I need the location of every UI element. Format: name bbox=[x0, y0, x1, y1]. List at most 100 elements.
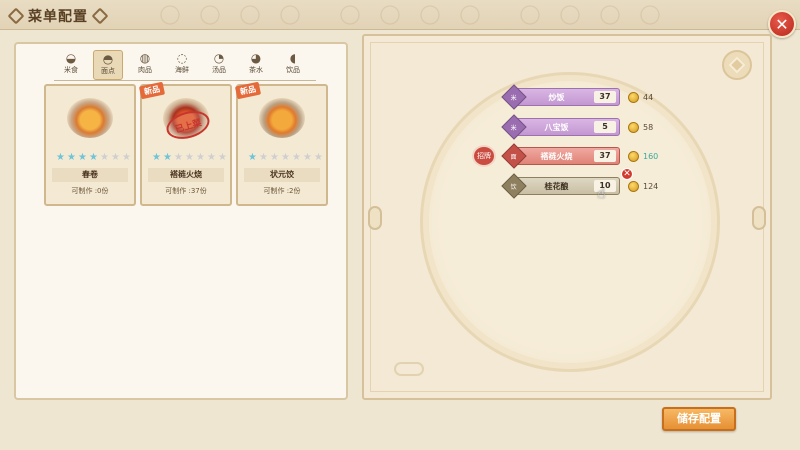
star-icon: ★ bbox=[207, 152, 216, 163]
star-icon: ★ bbox=[303, 152, 312, 163]
tab-divider bbox=[54, 80, 316, 81]
save-config-button[interactable]: 储存配置 bbox=[662, 407, 736, 431]
shrimp-icon: ◌ bbox=[176, 51, 188, 65]
cloud-ornament-icon bbox=[394, 362, 424, 376]
meat-icon: ◍ bbox=[139, 51, 151, 65]
category-tabs: ◒ 米食 ◓ 面点 ◍ 肉品 ◌ 海鲜 ◔ 汤品 ◕ 茶水 ◖ 饮品 bbox=[56, 50, 316, 80]
craftable-count: 可制作 :0份 bbox=[71, 187, 109, 195]
category-tab[interactable]: ◕ 茶水 bbox=[241, 50, 271, 80]
star-icon: ★ bbox=[152, 152, 161, 163]
close-button[interactable]: ✕ bbox=[768, 10, 796, 38]
menu-config-panel: 米炒饭 37 44 米八宝饭 5 58 招牌面褡裢火烧 37 160 饮桂花酿 10 ✕ ☝ 124 bbox=[362, 34, 772, 400]
category-tab[interactable]: ◒ 米食 bbox=[56, 50, 86, 80]
menu-item-quantity: 37 bbox=[594, 91, 616, 103]
dish-image bbox=[67, 98, 113, 138]
star-rating: ★ ★ ★ ★ ★ ★ ★ bbox=[248, 152, 323, 163]
title-bar-ornament bbox=[330, 0, 490, 30]
menu-row: 米八宝饭 5 58 bbox=[501, 114, 654, 140]
coin-icon bbox=[628, 150, 639, 162]
menu-item-quantity: 5 bbox=[594, 121, 616, 133]
menu-item-price: 160 bbox=[643, 151, 659, 161]
diamond-ornament-icon bbox=[7, 7, 25, 25]
dish-selection-panel: ◒ 米食 ◓ 面点 ◍ 肉品 ◌ 海鲜 ◔ 汤品 ◕ 茶水 ◖ 饮品 ★ ★ ★ ★ ★ ★ ★ 春卷 可制作 :0份 新品… bbox=[14, 42, 348, 400]
pointer-hand-icon: ☝ bbox=[597, 186, 606, 202]
category-tab-label: 面点 bbox=[101, 67, 115, 75]
star-icon: ★ bbox=[196, 152, 205, 163]
category-tab-label: 海鲜 bbox=[175, 66, 189, 74]
star-icon: ★ bbox=[248, 152, 257, 163]
star-icon: ★ bbox=[174, 152, 183, 163]
menu-item-price: 44 bbox=[643, 92, 654, 102]
category-tab[interactable]: ◔ 汤品 bbox=[204, 50, 234, 80]
dish-card[interactable]: 新品 ★ ★ ★ ★ ★ ★ ★ 状元饺 可制作 :2份 bbox=[234, 81, 328, 206]
category-tab-label: 饮品 bbox=[286, 66, 300, 74]
dish-name: 状元饺 bbox=[244, 168, 320, 182]
menu-row: 米炒饭 37 44 bbox=[501, 84, 654, 110]
dish-card[interactable]: 新品 已上菜 ★ ★ ★ ★ ★ ★ ★ 褡裢火烧 可制作 :37份 bbox=[138, 81, 232, 206]
remove-item-button[interactable]: ✕ bbox=[621, 168, 633, 180]
menu-item[interactable]: 饮桂花酿 10 ✕ ☝ bbox=[501, 168, 633, 202]
new-badge: 新品 bbox=[234, 81, 262, 100]
star-icon: ★ bbox=[56, 152, 65, 163]
star-rating: ★ ★ ★ ★ ★ ★ ★ bbox=[152, 152, 227, 163]
menu-item-price: 124 bbox=[643, 181, 659, 191]
menu-item[interactable]: 米炒饭 37 bbox=[501, 84, 620, 110]
soup-icon: ◔ bbox=[213, 51, 225, 65]
diamond-ornament-icon bbox=[91, 7, 109, 25]
title-bar: 菜单配置 bbox=[0, 0, 800, 30]
star-icon: ★ bbox=[259, 152, 268, 163]
category-tab-label: 肉品 bbox=[138, 66, 152, 74]
menu-item-quantity: 37 bbox=[594, 150, 616, 162]
star-icon: ★ bbox=[111, 152, 120, 163]
star-rating: ★ ★ ★ ★ ★ ★ ★ bbox=[56, 152, 131, 163]
category-tab[interactable]: ◍ 肉品 bbox=[130, 50, 160, 80]
window-title-group: 菜单配置 bbox=[7, 6, 109, 26]
close-icon: ✕ bbox=[775, 14, 789, 34]
menu-row: 招牌面褡裢火烧 37 160 bbox=[472, 143, 659, 169]
category-tab[interactable]: ◖ 饮品 bbox=[278, 50, 308, 80]
category-tab-label: 汤品 bbox=[212, 66, 226, 74]
star-icon: ★ bbox=[314, 152, 323, 163]
star-icon: ★ bbox=[292, 152, 301, 163]
star-icon: ★ bbox=[89, 152, 98, 163]
star-icon: ★ bbox=[281, 152, 290, 163]
star-icon: ★ bbox=[78, 152, 87, 163]
signature-badge: 招牌 bbox=[472, 145, 496, 167]
category-tab[interactable]: ◓ 面点 bbox=[93, 50, 123, 80]
noodle-bowl-icon: ◓ bbox=[102, 52, 114, 66]
rice-bowl-icon: ◒ bbox=[65, 51, 77, 65]
menu-item-price: 58 bbox=[643, 122, 654, 132]
menu-item[interactable]: 米八宝饭 5 bbox=[501, 114, 620, 140]
left-ornament-icon bbox=[368, 206, 382, 230]
teapot-icon: ◕ bbox=[250, 51, 262, 65]
dish-name: 春卷 bbox=[52, 168, 128, 182]
title-bar-ornament bbox=[510, 0, 670, 30]
title-bar-ornament bbox=[150, 0, 310, 30]
category-tab-label: 茶水 bbox=[249, 66, 263, 74]
star-icon: ★ bbox=[100, 152, 109, 163]
dish-name: 褡裢火烧 bbox=[148, 168, 224, 182]
star-icon: ★ bbox=[218, 152, 227, 163]
coin-icon bbox=[628, 91, 639, 103]
star-icon: ★ bbox=[67, 152, 76, 163]
window-title: 菜单配置 bbox=[28, 9, 88, 25]
category-tab[interactable]: ◌ 海鲜 bbox=[167, 50, 197, 80]
dish-card-list: ★ ★ ★ ★ ★ ★ ★ 春卷 可制作 :0份 新品 已上菜 ★ ★ ★ ★ ★ ★ ★ 褡裢火烧 可制作 :37份… bbox=[44, 81, 328, 206]
lantern-icon bbox=[720, 50, 754, 90]
menu-plate-circle bbox=[420, 72, 720, 372]
star-icon: ★ bbox=[270, 152, 279, 163]
dish-card[interactable]: ★ ★ ★ ★ ★ ★ ★ 春卷 可制作 :0份 bbox=[44, 84, 136, 206]
dish-image bbox=[259, 98, 305, 138]
craftable-count: 可制作 :37份 bbox=[165, 187, 207, 195]
coin-icon bbox=[628, 180, 639, 192]
menu-item[interactable]: 面褡裢火烧 37 bbox=[501, 143, 620, 169]
right-ornament-icon bbox=[752, 206, 766, 230]
craftable-count: 可制作 :2份 bbox=[263, 187, 301, 195]
menu-row: 饮桂花酿 10 ✕ ☝ 124 bbox=[501, 168, 659, 202]
category-tab-label: 米食 bbox=[64, 66, 78, 74]
star-icon: ★ bbox=[122, 152, 131, 163]
bottle-icon: ◖ bbox=[289, 51, 297, 65]
new-badge: 新品 bbox=[138, 81, 166, 100]
star-icon: ★ bbox=[185, 152, 194, 163]
star-icon: ★ bbox=[163, 152, 172, 163]
